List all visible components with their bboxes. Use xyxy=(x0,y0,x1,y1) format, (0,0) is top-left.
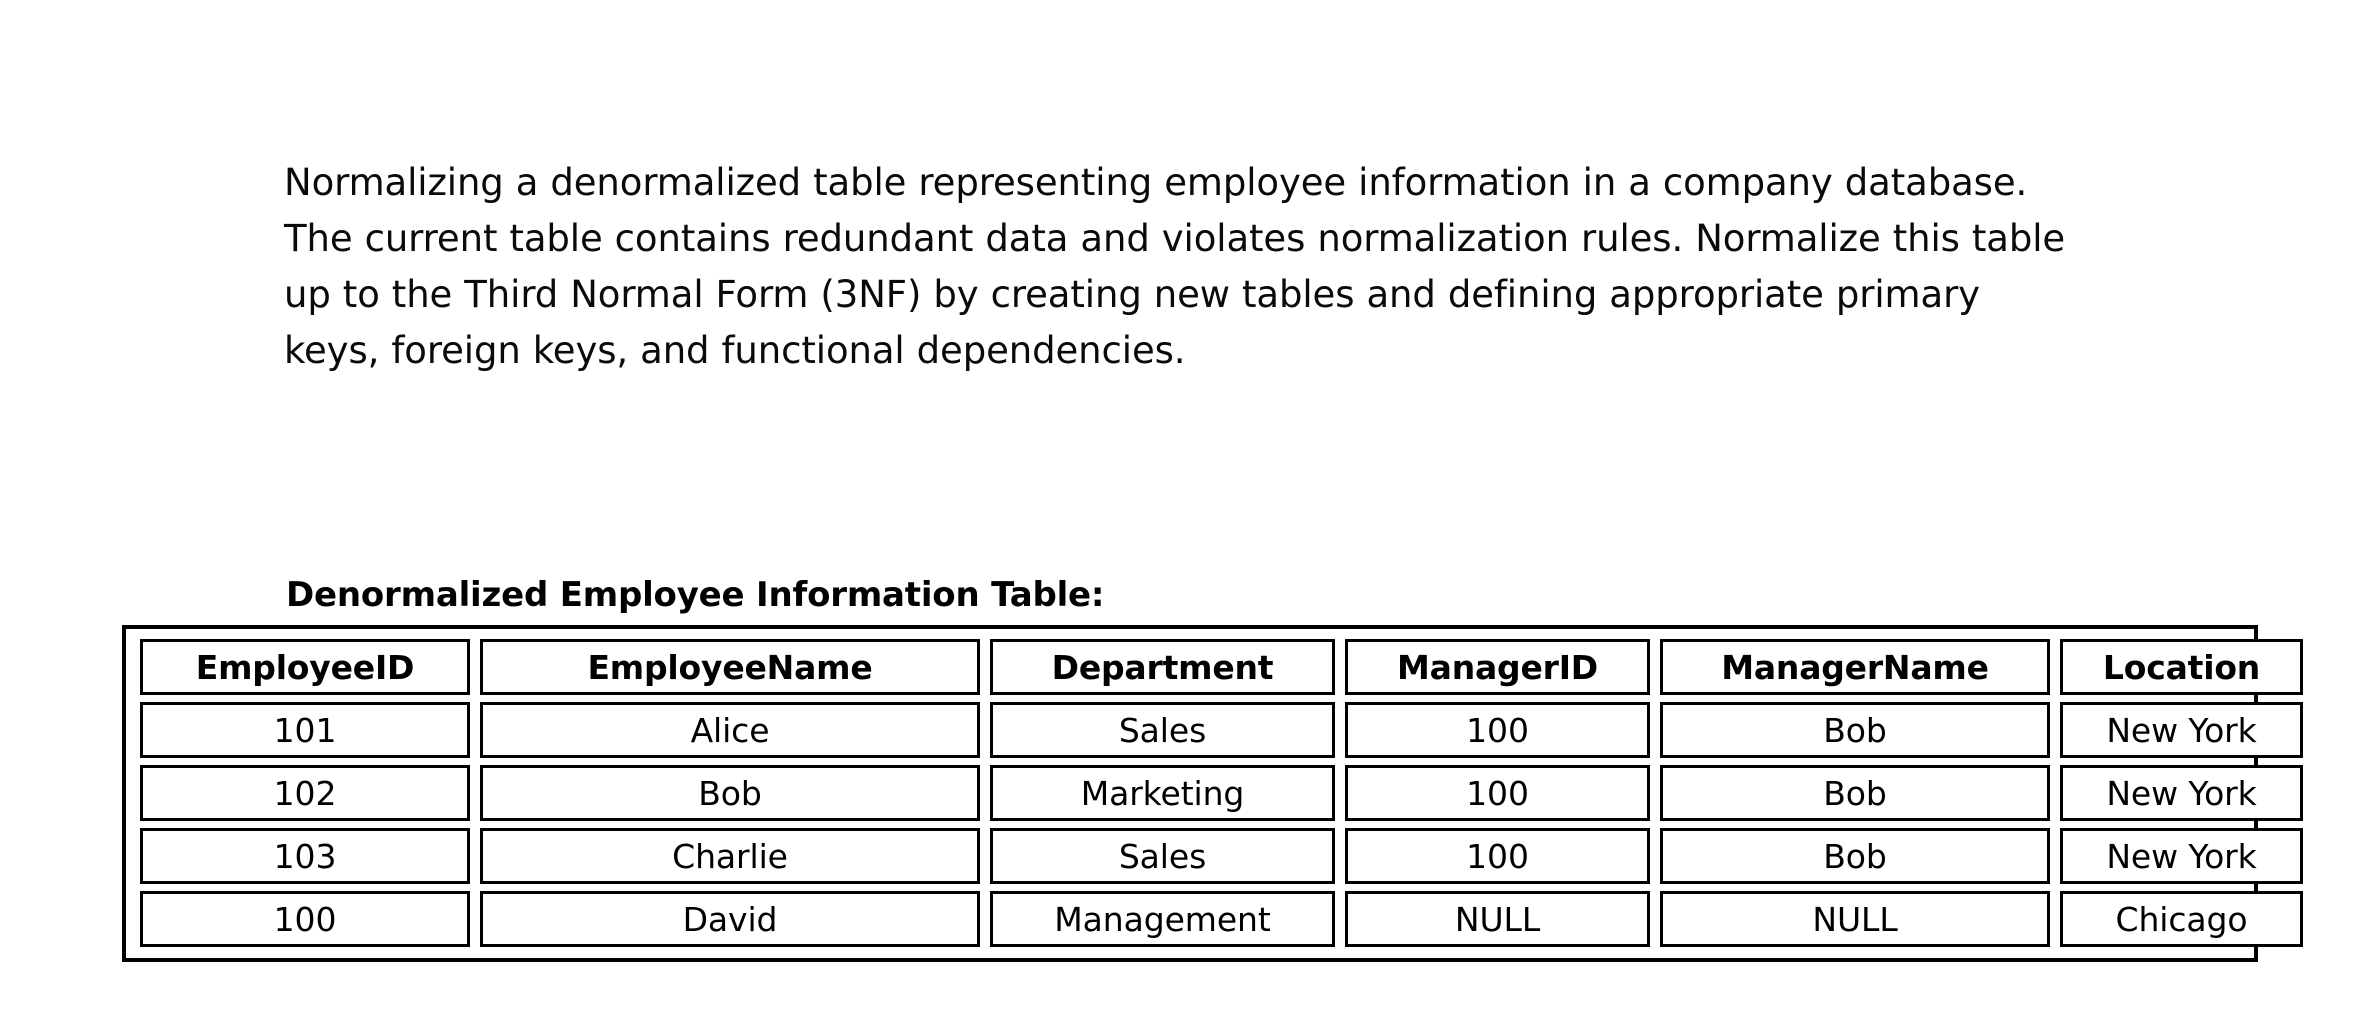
cell-location: Chicago xyxy=(2060,891,2303,947)
intro-paragraph: Normalizing a denormalized table represe… xyxy=(284,161,2078,372)
cell-department: Sales xyxy=(990,702,1335,758)
column-header-location: Location xyxy=(2060,639,2303,695)
column-header-managername: ManagerName xyxy=(1660,639,2050,695)
cell-employeename: Charlie xyxy=(480,828,980,884)
cell-managerid: NULL xyxy=(1345,891,1650,947)
cell-managerid: 100 xyxy=(1345,765,1650,821)
cell-employeename: Alice xyxy=(480,702,980,758)
cell-employeename: Bob xyxy=(480,765,980,821)
table-outer-frame: EmployeeID EmployeeName Department Manag… xyxy=(122,625,2303,962)
cell-employeeid: 103 xyxy=(140,828,470,884)
table-header-row: EmployeeID EmployeeName Department Manag… xyxy=(140,639,2303,695)
cell-employeeid: 101 xyxy=(140,702,470,758)
column-header-department: Department xyxy=(990,639,1335,695)
cell-managername: Bob xyxy=(1660,765,2050,821)
denormalized-table-block: Denormalized Employee Information Table:… xyxy=(122,575,2303,962)
cell-location: New York xyxy=(2060,702,2303,758)
table-row: 102 Bob Marketing 100 Bob New York xyxy=(140,765,2303,821)
cell-location: New York xyxy=(2060,765,2303,821)
column-header-employeename: EmployeeName xyxy=(480,639,980,695)
table-row: 101 Alice Sales 100 Bob New York xyxy=(140,702,2303,758)
cell-department: Sales xyxy=(990,828,1335,884)
cell-managername: NULL xyxy=(1660,891,2050,947)
cell-managername: Bob xyxy=(1660,702,2050,758)
cell-managerid: 100 xyxy=(1345,828,1650,884)
cell-employeeid: 100 xyxy=(140,891,470,947)
table-caption: Denormalized Employee Information Table: xyxy=(286,575,1105,615)
column-header-managerid: ManagerID xyxy=(1345,639,1650,695)
cell-location: New York xyxy=(2060,828,2303,884)
table-row: 100 David Management NULL NULL Chicago xyxy=(140,891,2303,947)
employee-information-table: EmployeeID EmployeeName Department Manag… xyxy=(130,632,2313,954)
table-row: 103 Charlie Sales 100 Bob New York xyxy=(140,828,2303,884)
cell-employeename: David xyxy=(480,891,980,947)
cell-department: Marketing xyxy=(990,765,1335,821)
cell-managername: Bob xyxy=(1660,828,2050,884)
cell-department: Management xyxy=(990,891,1335,947)
cell-employeeid: 102 xyxy=(140,765,470,821)
cell-managerid: 100 xyxy=(1345,702,1650,758)
column-header-employeeid: EmployeeID xyxy=(140,639,470,695)
